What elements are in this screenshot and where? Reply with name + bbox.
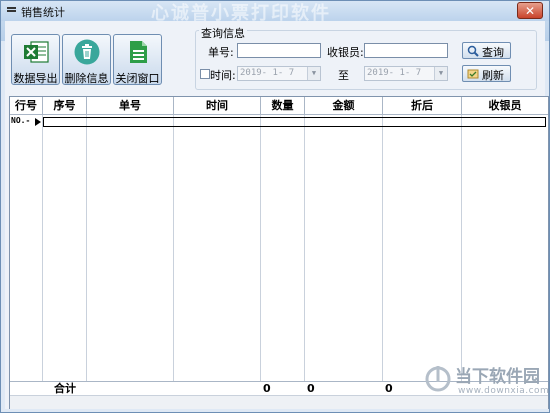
search-label: 查询	[482, 46, 504, 59]
footer-amount: 0	[307, 382, 315, 395]
sales-stats-window: 销售统计 心诚普小票打印软件 ✕ 数据导出 删除信息 关闭窗口 查询信息 单号:…	[0, 0, 550, 413]
footer-discounted: 0	[385, 382, 393, 395]
close-window-button[interactable]: ✕	[517, 2, 543, 19]
column-divider	[382, 115, 383, 381]
column-divider	[461, 115, 462, 381]
cashier-input[interactable]	[364, 43, 448, 58]
row-pointer-icon	[35, 118, 41, 126]
date-to-value: 2019- 1- 7	[367, 68, 422, 78]
search-button[interactable]: 查询	[462, 42, 511, 59]
time-label: 时间:	[210, 69, 236, 82]
trash-icon	[74, 39, 100, 65]
window-menu-icon[interactable]	[7, 7, 16, 15]
window-title: 销售统计	[21, 6, 65, 19]
column-divider	[86, 115, 87, 381]
watermark-url: www.downxia.com	[458, 386, 550, 396]
date-from-picker[interactable]: 2019- 1- 7 ▼	[237, 66, 321, 81]
column-header-cashier[interactable]: 收银员	[462, 97, 548, 115]
watermark-text: 当下软件园	[455, 367, 540, 387]
document-icon	[130, 41, 147, 63]
column-header-seq[interactable]: 序号	[43, 97, 87, 115]
delete-info-label: 删除信息	[64, 72, 109, 85]
footer-total-label: 合计	[54, 382, 76, 395]
table-row[interactable]	[43, 117, 546, 127]
column-header-order-no[interactable]: 单号	[87, 97, 174, 115]
refresh-button[interactable]: 刷新	[462, 65, 511, 82]
column-divider	[173, 115, 174, 381]
watermark-logo-icon	[425, 366, 451, 392]
export-data-button[interactable]: 数据导出	[11, 34, 60, 85]
close-window-label: 关闭窗口	[115, 72, 160, 85]
search-icon	[467, 45, 479, 57]
column-header-time[interactable]: 时间	[174, 97, 261, 115]
column-header-row-no[interactable]: 行号	[10, 97, 43, 115]
date-from-value: 2019- 1- 7	[240, 68, 295, 78]
order-no-input[interactable]	[237, 43, 321, 58]
time-checkbox[interactable]	[200, 69, 210, 79]
refresh-icon	[467, 69, 479, 79]
column-header-amount[interactable]: 金额	[305, 97, 383, 115]
refresh-label: 刷新	[482, 69, 504, 82]
chevron-down-icon[interactable]: ▼	[307, 67, 320, 80]
query-group-title: 查询信息	[199, 25, 247, 41]
column-divider	[42, 115, 43, 381]
client-area: 数据导出 删除信息 关闭窗口 查询信息 单号: 收银员: 时间: 2019- 1…	[5, 21, 549, 409]
date-to-picker[interactable]: 2019- 1- 7 ▼	[364, 66, 448, 81]
order-no-label: 单号:	[208, 46, 234, 59]
chevron-down-icon[interactable]: ▼	[434, 67, 447, 80]
first-row-header: NO.-	[11, 116, 31, 125]
column-divider	[304, 115, 305, 381]
to-label: 至	[338, 69, 349, 82]
close-window-toolbar-button[interactable]: 关闭窗口	[113, 34, 162, 85]
column-divider	[260, 115, 261, 381]
footer-quantity: 0	[263, 382, 271, 395]
column-header-quantity[interactable]: 数量	[261, 97, 305, 115]
column-header-discounted[interactable]: 折后	[383, 97, 462, 115]
site-watermark: 当下软件园 www.downxia.com	[421, 358, 549, 406]
export-data-label: 数据导出	[13, 72, 58, 85]
cashier-label: 收银员:	[327, 46, 364, 59]
title-bar[interactable]: 销售统计 心诚普小票打印软件 ✕	[1, 1, 549, 24]
excel-icon	[24, 41, 49, 63]
delete-info-button[interactable]: 删除信息	[62, 34, 111, 85]
